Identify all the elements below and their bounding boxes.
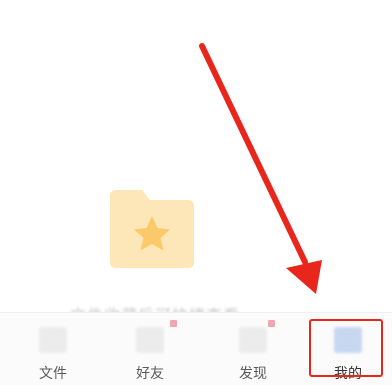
screen: 文件收藏后可快捷查看 文件 好友 发现 我的 <box>0 0 392 385</box>
red-arrow-annotation <box>199 43 322 294</box>
